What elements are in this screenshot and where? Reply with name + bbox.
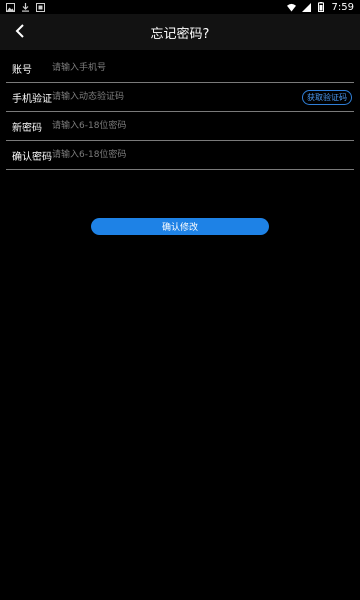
app-icon: [36, 2, 45, 12]
account-input[interactable]: [52, 58, 354, 78]
confirm-change-button[interactable]: 确认修改: [91, 218, 269, 235]
verify-row: 手机验证 获取验证码: [6, 83, 354, 112]
download-icon: [21, 2, 30, 12]
chevron-left-icon: [15, 23, 25, 42]
battery-icon: [317, 2, 326, 12]
wifi-icon: [286, 3, 296, 12]
confirm-password-row: 确认密码: [6, 141, 354, 170]
page-title: 忘记密码?: [150, 26, 210, 42]
new-password-row: 新密码: [6, 112, 354, 141]
status-bar-left: [6, 2, 45, 12]
confirm-password-input[interactable]: [52, 145, 354, 165]
verify-label: 手机验证: [12, 93, 52, 105]
status-time: 7:59: [331, 1, 354, 13]
status-bar: 7:59: [0, 0, 360, 14]
image-icon: [6, 2, 15, 12]
app-bar: 忘记密码?: [0, 14, 360, 50]
reset-password-form: 账号 手机验证 获取验证码 新密码 确认密码: [0, 54, 360, 170]
account-row: 账号: [6, 54, 354, 83]
verify-code-input[interactable]: [52, 87, 302, 107]
new-password-label: 新密码: [12, 122, 42, 134]
account-label: 账号: [12, 64, 32, 76]
back-button[interactable]: [0, 14, 40, 50]
new-password-input[interactable]: [52, 116, 354, 136]
confirm-password-label: 确认密码: [12, 151, 52, 163]
signal-icon: [301, 2, 311, 12]
status-bar-right: 7:59: [286, 1, 354, 13]
get-code-button[interactable]: 获取验证码: [302, 89, 352, 105]
confirm-wrap: 确认修改: [0, 218, 360, 235]
